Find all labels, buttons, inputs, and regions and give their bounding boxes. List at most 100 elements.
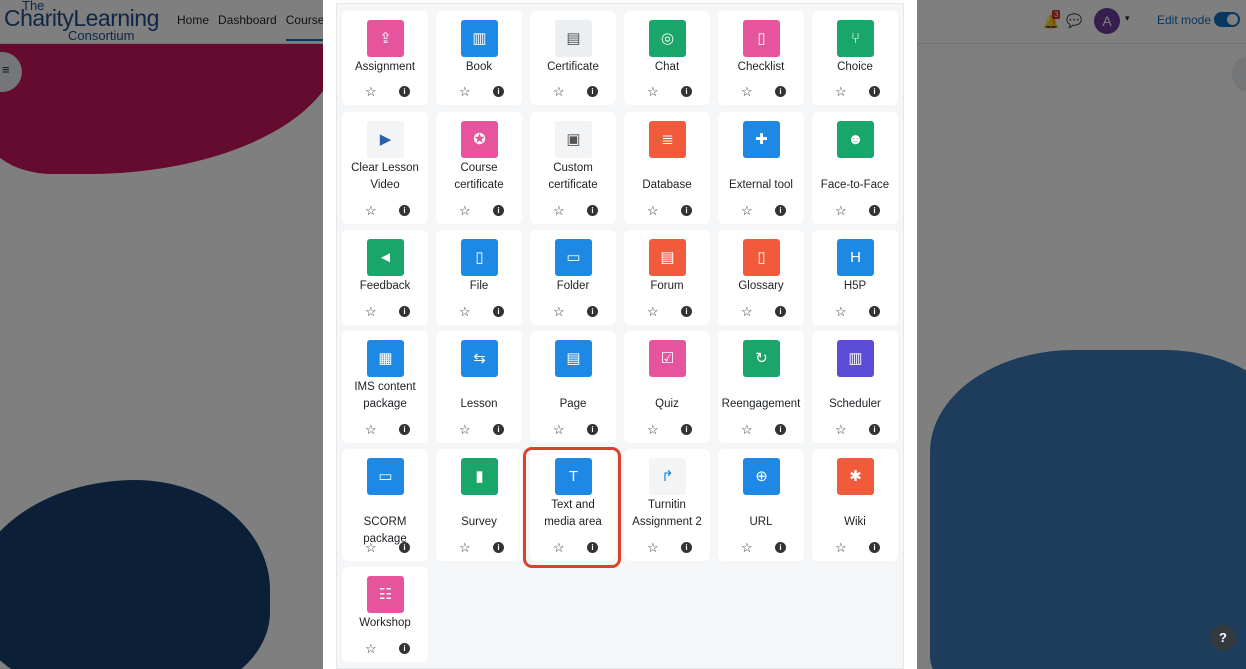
star-favourite-icon[interactable]: ☆ bbox=[553, 85, 565, 99]
activity-tile[interactable]: ▯ File ☆ i bbox=[436, 230, 522, 325]
info-icon[interactable]: i bbox=[775, 424, 786, 435]
info-icon[interactable]: i bbox=[869, 424, 880, 435]
star-favourite-icon[interactable]: ☆ bbox=[647, 541, 659, 555]
activity-tile[interactable]: ▯ Checklist ☆ i bbox=[718, 11, 804, 105]
activity-tile-label: Scheduler bbox=[829, 398, 881, 410]
activity-tile[interactable]: ▤ Forum ☆ i bbox=[624, 230, 710, 325]
turnitin-icon: ↱ bbox=[649, 458, 686, 495]
star-favourite-icon[interactable]: ☆ bbox=[365, 85, 377, 99]
activity-tile[interactable]: ⇪ Assignment ☆ i bbox=[342, 11, 428, 105]
star-favourite-icon[interactable]: ☆ bbox=[835, 305, 847, 319]
activity-tile[interactable]: ✪ Course certificate ☆ i bbox=[436, 112, 522, 224]
star-favourite-icon[interactable]: ☆ bbox=[365, 423, 377, 437]
info-icon[interactable]: i bbox=[493, 86, 504, 97]
folder-icon: ▭ bbox=[555, 239, 592, 276]
activity-tile[interactable]: ◎ Chat ☆ i bbox=[624, 11, 710, 105]
info-icon[interactable]: i bbox=[399, 205, 410, 216]
info-icon[interactable]: i bbox=[681, 205, 692, 216]
activity-tile[interactable]: ✚ External tool ☆ i bbox=[718, 112, 804, 224]
info-icon[interactable]: i bbox=[869, 542, 880, 553]
activity-tile[interactable]: ▶ Clear Lesson Video ☆ i bbox=[342, 112, 428, 224]
info-icon[interactable]: i bbox=[681, 86, 692, 97]
info-icon[interactable]: i bbox=[869, 205, 880, 216]
info-icon[interactable]: i bbox=[869, 86, 880, 97]
info-icon[interactable]: i bbox=[493, 205, 504, 216]
info-icon[interactable]: i bbox=[587, 424, 598, 435]
activity-tile[interactable]: ⇆ Lesson ☆ i bbox=[436, 331, 522, 443]
star-favourite-icon[interactable]: ☆ bbox=[459, 85, 471, 99]
activity-tile[interactable]: ▭ SCORM package ☆ i bbox=[342, 449, 428, 561]
star-favourite-icon[interactable]: ☆ bbox=[553, 423, 565, 437]
activity-tile[interactable]: ☑ Quiz ☆ i bbox=[624, 331, 710, 443]
info-icon[interactable]: i bbox=[493, 424, 504, 435]
help-button[interactable]: ? bbox=[1210, 625, 1236, 651]
info-icon[interactable]: i bbox=[399, 643, 410, 654]
star-favourite-icon[interactable]: ☆ bbox=[835, 204, 847, 218]
activity-tile[interactable]: ▤ Page ☆ i bbox=[530, 331, 616, 443]
h5p-icon: H bbox=[837, 239, 874, 276]
star-favourite-icon[interactable]: ☆ bbox=[647, 305, 659, 319]
activity-tile-label: Face-to-Face bbox=[820, 179, 890, 191]
activity-tile[interactable]: ⊕ URL ☆ i bbox=[718, 449, 804, 561]
info-icon[interactable]: i bbox=[775, 306, 786, 317]
activity-tile[interactable]: ↱ Turnitin Assignment 2 ☆ i bbox=[624, 449, 710, 561]
activity-tile[interactable]: ▥ Scheduler ☆ i bbox=[812, 331, 898, 443]
info-icon[interactable]: i bbox=[775, 205, 786, 216]
info-icon[interactable]: i bbox=[399, 86, 410, 97]
info-icon[interactable]: i bbox=[399, 306, 410, 317]
info-icon[interactable]: i bbox=[587, 205, 598, 216]
info-icon[interactable]: i bbox=[493, 306, 504, 317]
star-favourite-icon[interactable]: ☆ bbox=[647, 85, 659, 99]
activity-tile[interactable]: ⑂ Choice ☆ i bbox=[812, 11, 898, 105]
info-icon[interactable]: i bbox=[681, 542, 692, 553]
activity-tile[interactable]: ▮ Survey ☆ i bbox=[436, 449, 522, 561]
star-favourite-icon[interactable]: ☆ bbox=[553, 204, 565, 218]
star-favourite-icon[interactable]: ☆ bbox=[835, 423, 847, 437]
activity-tile[interactable]: ▣ Custom certificate ☆ i bbox=[530, 112, 616, 224]
star-favourite-icon[interactable]: ☆ bbox=[365, 305, 377, 319]
star-favourite-icon[interactable]: ☆ bbox=[647, 423, 659, 437]
star-favourite-icon[interactable]: ☆ bbox=[741, 204, 753, 218]
info-icon[interactable]: i bbox=[869, 306, 880, 317]
activity-tile[interactable]: ▭ Folder ☆ i bbox=[530, 230, 616, 325]
info-icon[interactable]: i bbox=[775, 542, 786, 553]
info-icon[interactable]: i bbox=[399, 542, 410, 553]
star-favourite-icon[interactable]: ☆ bbox=[835, 85, 847, 99]
star-favourite-icon[interactable]: ☆ bbox=[365, 642, 377, 656]
info-icon[interactable]: i bbox=[775, 86, 786, 97]
activity-tile[interactable]: ☻ Face-to-Face ☆ i bbox=[812, 112, 898, 224]
info-icon[interactable]: i bbox=[399, 424, 410, 435]
star-favourite-icon[interactable]: ☆ bbox=[741, 541, 753, 555]
star-favourite-icon[interactable]: ☆ bbox=[741, 305, 753, 319]
star-favourite-icon[interactable]: ☆ bbox=[741, 423, 753, 437]
star-favourite-icon[interactable]: ☆ bbox=[459, 423, 471, 437]
info-icon[interactable]: i bbox=[681, 306, 692, 317]
star-favourite-icon[interactable]: ☆ bbox=[459, 541, 471, 555]
info-icon[interactable]: i bbox=[493, 542, 504, 553]
star-favourite-icon[interactable]: ☆ bbox=[365, 204, 377, 218]
star-favourite-icon[interactable]: ☆ bbox=[459, 204, 471, 218]
star-favourite-icon[interactable]: ☆ bbox=[647, 204, 659, 218]
star-favourite-icon[interactable]: ☆ bbox=[365, 541, 377, 555]
activity-tile-label: Choice bbox=[837, 61, 873, 73]
activity-tile[interactable]: H H5P ☆ i bbox=[812, 230, 898, 325]
activity-tile[interactable]: ☷ Workshop ☆ i bbox=[342, 567, 428, 662]
star-favourite-icon[interactable]: ☆ bbox=[553, 305, 565, 319]
assignment-icon: ⇪ bbox=[367, 20, 404, 57]
info-icon[interactable]: i bbox=[587, 306, 598, 317]
star-favourite-icon[interactable]: ☆ bbox=[741, 85, 753, 99]
info-icon[interactable]: i bbox=[587, 86, 598, 97]
activity-tile[interactable]: ✱ Wiki ☆ i bbox=[812, 449, 898, 561]
star-favourite-icon[interactable]: ☆ bbox=[459, 305, 471, 319]
activity-tile[interactable]: ▯ Glossary ☆ i bbox=[718, 230, 804, 325]
info-icon[interactable]: i bbox=[681, 424, 692, 435]
activity-tile[interactable]: ≣ Database ☆ i bbox=[624, 112, 710, 224]
activity-tile[interactable]: ↻ Reengagement ☆ i bbox=[718, 331, 804, 443]
star-favourite-icon[interactable]: ☆ bbox=[835, 541, 847, 555]
activity-tile[interactable]: ▥ Book ☆ i bbox=[436, 11, 522, 105]
activity-tile[interactable]: ◄ Feedback ☆ i bbox=[342, 230, 428, 325]
quiz-icon: ☑ bbox=[649, 340, 686, 377]
database-icon: ≣ bbox=[649, 121, 686, 158]
activity-tile[interactable]: ▤ Certificate ☆ i bbox=[530, 11, 616, 105]
activity-tile[interactable]: ▦ IMS content package ☆ i bbox=[342, 331, 428, 443]
